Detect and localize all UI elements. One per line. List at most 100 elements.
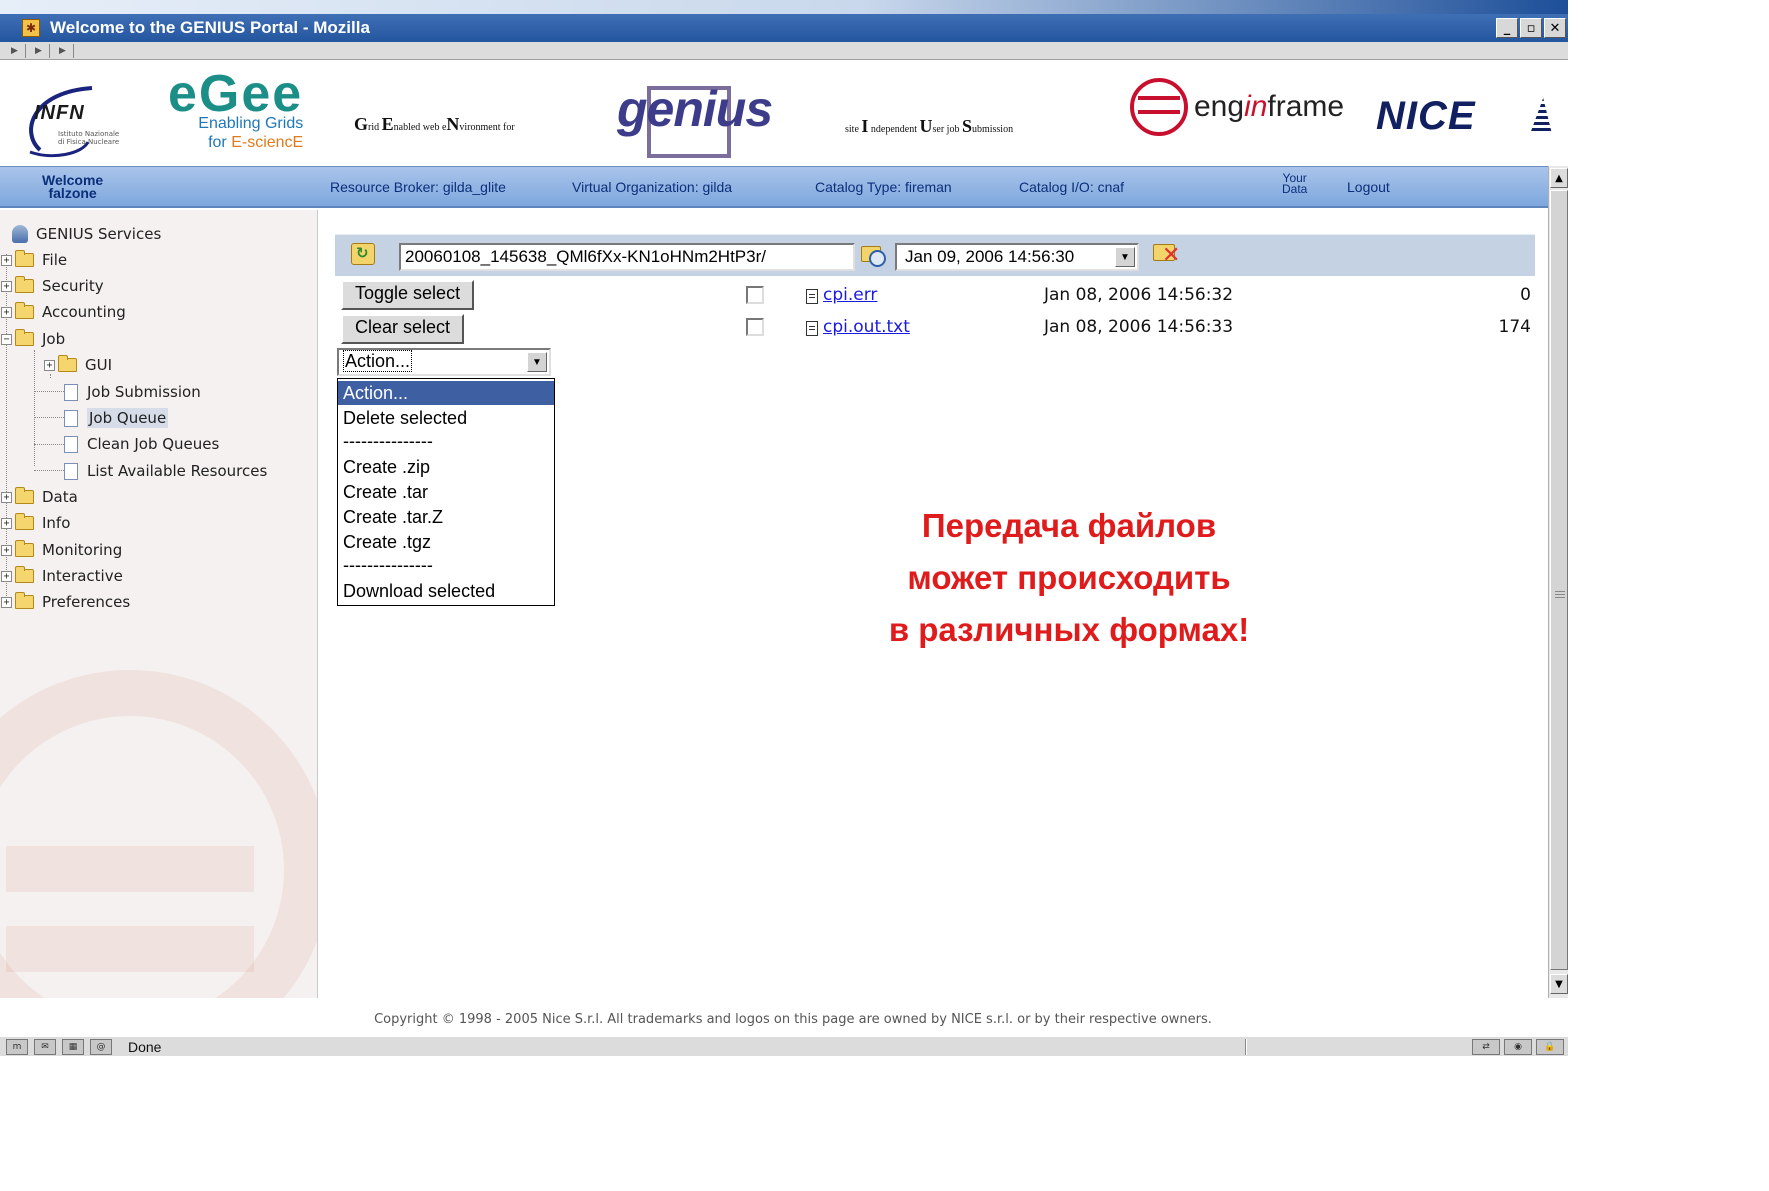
- your-data-link[interactable]: Your Data: [1282, 172, 1307, 195]
- text-file-icon: [806, 321, 818, 336]
- mail-icon[interactable]: ✉: [34, 1038, 56, 1055]
- sidebar-item-info[interactable]: + Info: [1, 511, 70, 535]
- chevron-down-icon[interactable]: ▼: [527, 352, 547, 372]
- job-directory-field[interactable]: 20060108_145638_QMl6fXx-KN1oHNm2HtP3r/: [399, 243, 855, 271]
- sidebar-item-gui[interactable]: + GUI: [44, 353, 112, 377]
- collapse-toggle-icon[interactable]: ▶: [4, 43, 26, 58]
- folder-icon: [15, 487, 34, 504]
- action-dropdown-list: Action... Delete selected --------------…: [337, 378, 555, 606]
- egee-logo: eGee Enabling Grids for E-sciencE: [168, 68, 303, 152]
- window-controls: _ ▫ ✕: [1496, 18, 1566, 38]
- action-option-download[interactable]: Download selected: [338, 579, 554, 603]
- addressbook-icon[interactable]: @: [90, 1038, 112, 1055]
- expand-icon[interactable]: +: [1, 254, 12, 266]
- action-option-separator[interactable]: ---------------: [338, 429, 554, 453]
- action-option-tarz[interactable]: Create .tar.Z: [338, 505, 554, 529]
- timestamp-icon: [861, 244, 886, 267]
- file-checkbox[interactable]: [746, 286, 764, 304]
- refresh-folder-icon[interactable]: [351, 243, 375, 265]
- toggle-select-button[interactable]: Toggle select: [341, 280, 475, 310]
- expand-icon[interactable]: +: [1, 280, 12, 292]
- tagline-text: vironment for: [459, 122, 515, 133]
- action-option-tgz[interactable]: Create .tgz: [338, 530, 554, 554]
- sidebar-item-job-queue[interactable]: Job Queue: [64, 406, 169, 430]
- chevron-down-icon[interactable]: ▼: [1115, 247, 1135, 267]
- services-sidebar: GENIUS Services + File + Security + Account…: [0, 210, 318, 998]
- tree-connector: [34, 444, 64, 445]
- sidebar-item-list-resources[interactable]: List Available Resources: [64, 459, 267, 483]
- sidebar-item-file[interactable]: + File: [1, 248, 67, 272]
- sidebar-item-data[interactable]: + Data: [1, 485, 78, 509]
- expand-icon[interactable]: +: [1, 544, 12, 556]
- statusbar-divider: [1245, 1039, 1247, 1055]
- sidebar-item-interactive[interactable]: + Interactive: [1, 564, 123, 588]
- slide-header-strip: [0, 0, 1568, 14]
- privacy-icon[interactable]: ◉: [1504, 1039, 1532, 1055]
- maximize-button[interactable]: ▫: [1520, 18, 1542, 38]
- action-option-delete[interactable]: Delete selected: [338, 406, 554, 430]
- file-checkbox[interactable]: [746, 318, 764, 336]
- expand-icon[interactable]: +: [1, 517, 12, 529]
- window-title: Welcome to the GENIUS Portal - Mozilla: [50, 18, 370, 37]
- sidebar-item-label: List Available Resources: [87, 462, 268, 480]
- action-option[interactable]: Action...: [338, 381, 554, 405]
- folder-icon: [15, 592, 34, 609]
- delete-x-icon: ✕: [1162, 243, 1181, 268]
- file-link[interactable]: cpi.err: [823, 285, 877, 305]
- navigator-icon[interactable]: m: [6, 1038, 28, 1055]
- expand-icon[interactable]: +: [44, 359, 55, 371]
- action-option-separator[interactable]: ---------------: [338, 553, 554, 577]
- action-select[interactable]: Action... ▼: [337, 348, 551, 376]
- folder-icon: [15, 250, 34, 267]
- clock-icon: [869, 250, 886, 267]
- expand-icon[interactable]: +: [1, 596, 12, 608]
- services-icon: [12, 225, 28, 243]
- sidebar-item-clean-job-queues[interactable]: Clean Job Queues: [64, 432, 219, 456]
- sidebar-item-job[interactable]: − Job: [1, 327, 65, 351]
- copyright-notice: Copyright © 1998 - 2005 Nice S.r.l. All …: [374, 1012, 1212, 1027]
- expand-icon[interactable]: +: [1, 491, 12, 503]
- file-link[interactable]: cpi.out.txt: [823, 317, 910, 337]
- minimize-button[interactable]: _: [1496, 18, 1518, 38]
- close-button[interactable]: ✕: [1544, 18, 1566, 38]
- scrollbar-thumb[interactable]: [1550, 190, 1568, 970]
- action-option-zip[interactable]: Create .zip: [338, 455, 554, 479]
- enginframe-circle-icon: [1130, 78, 1188, 136]
- sidebar-item-job-submission[interactable]: Job Submission: [64, 380, 201, 404]
- sidebar-item-label: Preferences: [42, 593, 131, 611]
- composer-icon[interactable]: ▦: [62, 1038, 84, 1055]
- page-icon: [64, 383, 78, 401]
- collapse-icon[interactable]: −: [1, 333, 12, 345]
- slide-annotation: Передача файлов может происходить в разл…: [739, 500, 1399, 656]
- logout-link[interactable]: Logout: [1347, 179, 1390, 195]
- annotation-line: может происходить: [907, 559, 1231, 596]
- folder-icon: [15, 566, 34, 583]
- clear-select-button[interactable]: Clear select: [341, 314, 465, 344]
- job-date-select[interactable]: Jan 09, 2006 14:56:30 ▼: [895, 243, 1139, 271]
- scroll-down-icon[interactable]: ▼: [1550, 974, 1568, 994]
- enginframe-wordmark: enginframe: [1194, 90, 1344, 124]
- security-lock-icon[interactable]: 🔒: [1536, 1039, 1564, 1055]
- expand-icon[interactable]: +: [1, 570, 12, 582]
- browser-statusbar: m ✉ ▦ @ Done ⇄ ◉ 🔒: [0, 1036, 1568, 1056]
- online-status-icon[interactable]: ⇄: [1472, 1039, 1500, 1055]
- scroll-up-icon[interactable]: ▲: [1550, 168, 1568, 188]
- sidebar-item-accounting[interactable]: + Accounting: [1, 300, 126, 324]
- collapse-toggle-icon[interactable]: ▶: [52, 43, 74, 58]
- sidebar-root[interactable]: GENIUS Services: [12, 222, 161, 246]
- expand-icon[interactable]: +: [1, 306, 12, 318]
- page-scrollbar[interactable]: ▲ ▼: [1548, 166, 1568, 998]
- sidebar-item-security[interactable]: + Security: [1, 274, 104, 298]
- sidebar-item-label: Security: [42, 277, 104, 295]
- delete-folder-icon[interactable]: ✕: [1153, 242, 1181, 268]
- sidebar-item-preferences[interactable]: + Preferences: [1, 590, 130, 614]
- sidebar-item-monitoring[interactable]: + Monitoring: [1, 538, 122, 562]
- nice-logo-mark-icon: [1530, 98, 1552, 134]
- action-option-tar[interactable]: Create .tar: [338, 480, 554, 504]
- session-info-bar: Welcome falzone Resource Broker: gilda_g…: [0, 166, 1548, 208]
- catalog-type: Catalog Type: fireman: [815, 179, 952, 195]
- genius-tagline: Grid Enabled web eNvironment for: [354, 114, 515, 135]
- collapse-toggle-icon[interactable]: ▶: [28, 43, 50, 58]
- infn-subtitle-line: di Fisica Nucleare: [58, 138, 120, 146]
- genius-wordmark: genius: [617, 81, 773, 137]
